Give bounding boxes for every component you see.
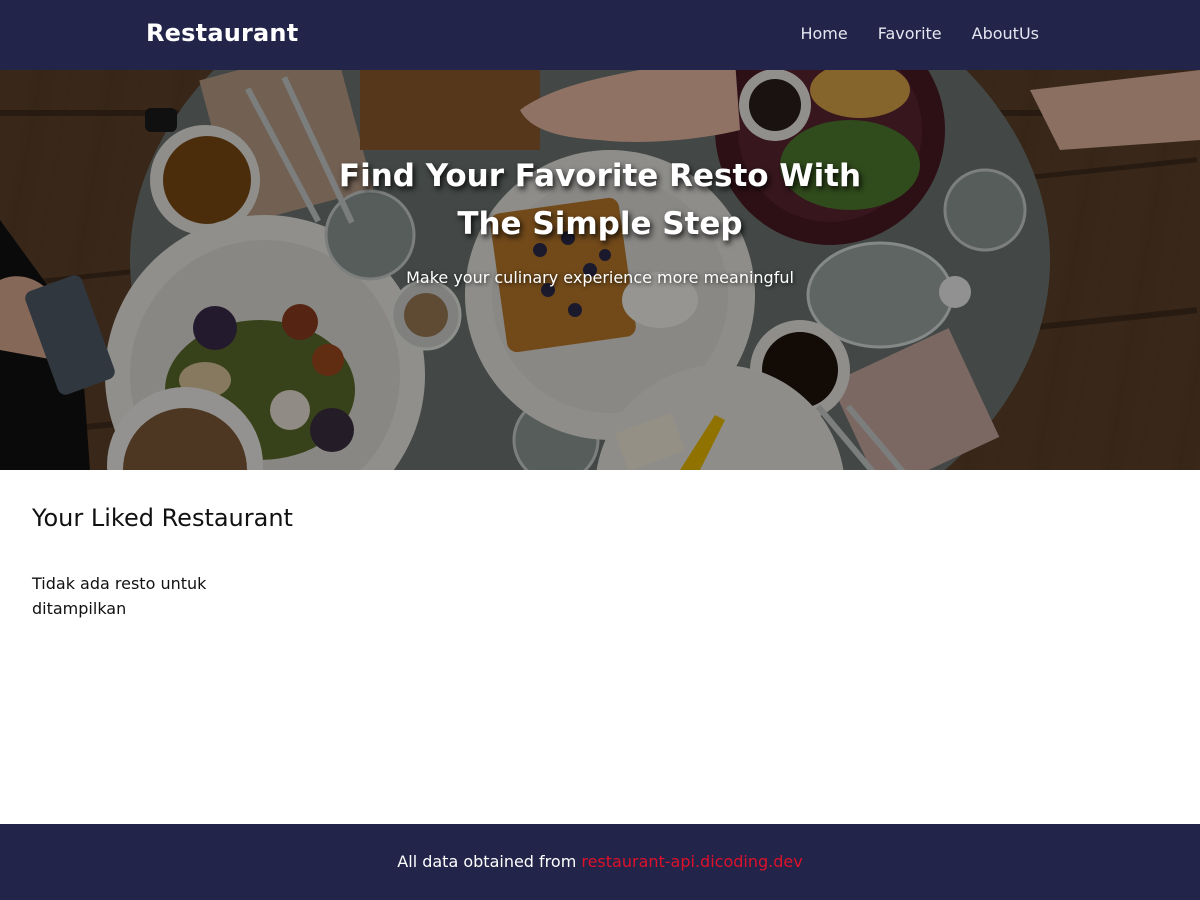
footer: All data obtained from restaurant-api.di… bbox=[0, 824, 1200, 900]
app-bar: Restaurant Home Favorite AboutUs bbox=[0, 0, 1200, 70]
brand-logo[interactable]: Restaurant bbox=[146, 19, 298, 47]
hero-banner: Find Your Favorite Resto With The Simple… bbox=[0, 70, 1200, 470]
main-nav: Home Favorite AboutUs bbox=[800, 24, 1039, 44]
footer-api-link[interactable]: restaurant-api.dicoding.dev bbox=[581, 852, 802, 871]
section-title: Your Liked Restaurant bbox=[32, 504, 293, 532]
hero-subtitle: Make your culinary experience more meani… bbox=[406, 268, 794, 287]
hero-title: Find Your Favorite Resto With The Simple… bbox=[338, 158, 862, 242]
empty-state-message: Tidak ada resto untuk ditampilkan bbox=[32, 574, 207, 618]
footer-text: All data obtained from bbox=[397, 852, 582, 871]
nav-home[interactable]: Home bbox=[800, 24, 847, 44]
nav-favorite[interactable]: Favorite bbox=[878, 24, 942, 44]
nav-about-us[interactable]: AboutUs bbox=[972, 24, 1039, 44]
